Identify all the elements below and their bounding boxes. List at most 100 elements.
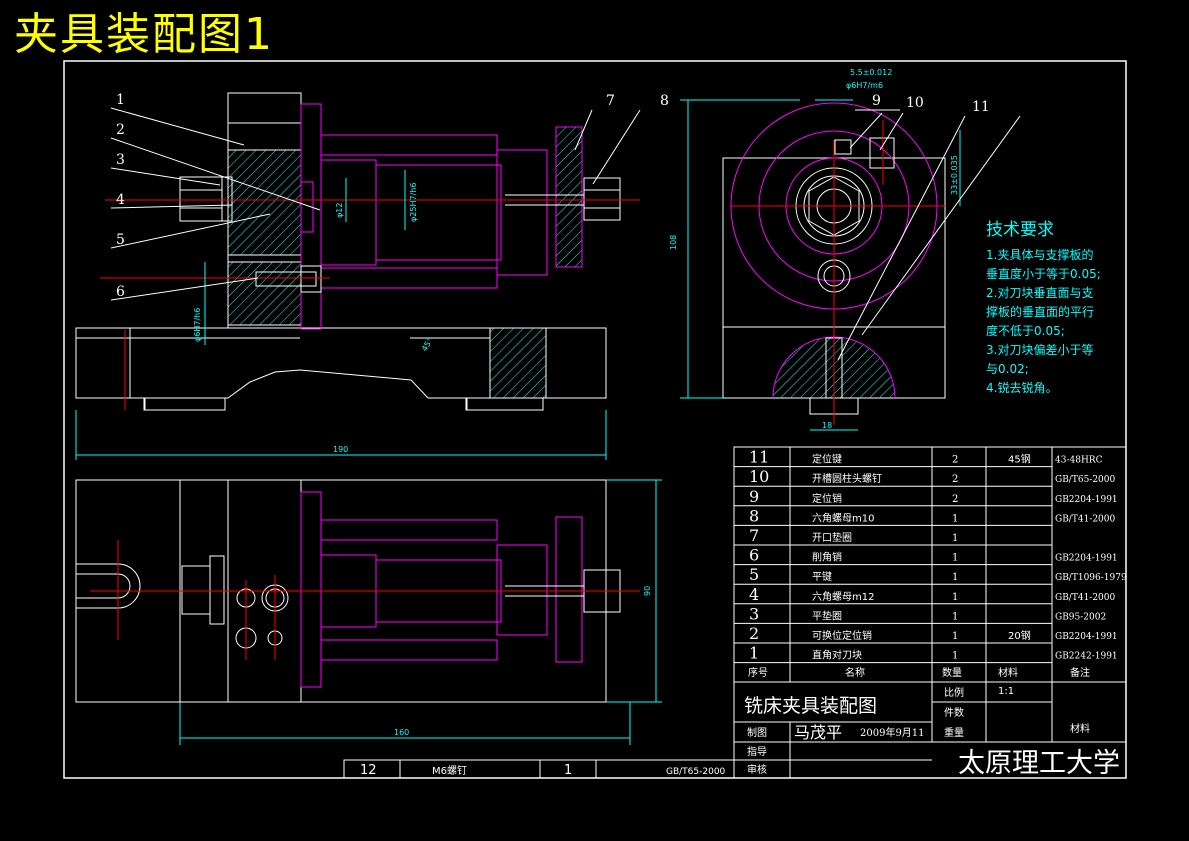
parts-cell-name: 平垫圈	[812, 609, 842, 622]
parts-cell-no: 2	[749, 624, 759, 643]
technical-requirements: 技术要求 1.夹具体与支撑板的 垂直度小于等于0.05; 2.对刀块垂直面与支 …	[986, 218, 1136, 398]
scale-value: 1:1	[998, 686, 1014, 697]
parts-cell-qty: 1	[952, 651, 958, 662]
parts-cell-name: 开槽圆柱头螺钉	[812, 472, 882, 485]
parts-cell-qty: 2	[952, 494, 958, 505]
weight-label: 重量	[944, 726, 964, 739]
parts-cell-no: 11	[749, 448, 769, 467]
parts-cell-note: GB95-2002	[1055, 612, 1106, 622]
top-view	[75, 479, 640, 703]
balloon-8: 8	[660, 93, 669, 109]
parts-cell-qty: 1	[952, 513, 958, 524]
parts-cell-no: 1	[749, 644, 759, 663]
parts-cell-note: GB2204-1991	[1055, 554, 1118, 564]
dim-angle: 45°	[420, 336, 435, 353]
dim-fit-base: φ6H7/h6	[193, 308, 202, 342]
drawing-canvas: 11 定位键 2 45钢 43-48HRC10 开槽圆柱头螺钉 2 GB/T65-20009 定…	[63, 60, 1127, 779]
requirement-line: 3.对刀块偏差小于等	[986, 343, 1094, 357]
dim-fit-bush: φ12	[335, 203, 344, 218]
dim-fit-small: φ6H7/m6	[846, 81, 883, 90]
parts-cell-qty: 1	[952, 631, 958, 642]
school-name: 太原理工大学	[958, 748, 1120, 779]
material-label: 材料	[1070, 722, 1090, 735]
dim-top-height: 90	[643, 586, 652, 596]
drawing-name: 铣床夹具装配图	[744, 695, 877, 717]
parts-cell-no: 3	[749, 604, 759, 623]
dim-key-slot: 5.5±0.012	[850, 68, 892, 77]
requirement-line: 与0.02;	[986, 362, 1029, 376]
parts-cell-note: GB/T41-2000	[1055, 593, 1116, 603]
balloon-3: 3	[116, 152, 125, 168]
header-no: 序号	[748, 666, 768, 679]
parts-cell-qty: 1	[952, 572, 958, 583]
parts-cell-no: 8	[749, 506, 759, 525]
balloon-5: 5	[116, 232, 125, 248]
drawn-date: 2009年9月11	[860, 726, 925, 739]
parts-cell-qty: 2	[952, 474, 958, 485]
requirement-line: 1.夹具体与支撑板的	[986, 248, 1094, 262]
header-material: 材料	[998, 666, 1018, 679]
header-note: 备注	[1070, 666, 1090, 679]
balloon-9: 9	[872, 93, 881, 109]
parts-cell-name: 直角对刀块	[812, 649, 862, 662]
header-qty: 数量	[942, 666, 962, 679]
parts-cell-qty: 1	[952, 553, 958, 564]
parts-cell-no: 7	[749, 526, 759, 545]
parts-cell-material: 45钢	[1008, 453, 1031, 466]
parts-cell-note: GB2204-1991	[1055, 495, 1118, 505]
extra-qty: 1	[564, 763, 572, 778]
parts-cell-name: 可换位定位销	[812, 629, 872, 642]
parts-cell-name: 削角销	[812, 551, 842, 564]
balloon-10: 10	[906, 95, 924, 111]
parts-cell-name: 定位键	[812, 453, 842, 466]
dim-fit-pin: φ25H7/h6	[409, 183, 418, 222]
parts-cell-no: 5	[749, 565, 759, 584]
header-name: 名称	[845, 666, 865, 679]
parts-cell-no: 10	[749, 467, 769, 486]
guide-label: 指导	[747, 745, 767, 758]
balloon-6: 6	[116, 284, 125, 300]
dim-top-length: 160	[394, 728, 409, 737]
requirements-title: 技术要求	[986, 220, 1054, 240]
requirement-line: 4.锐去锐角。	[986, 381, 1058, 395]
parts-cell-no: 9	[749, 487, 759, 506]
parts-cell-qty: 2	[952, 455, 958, 466]
parts-cell-qty: 1	[952, 592, 958, 603]
extra-no: 12	[360, 763, 377, 778]
drawn-by: 马茂平	[794, 723, 842, 742]
parts-cell-name: 六角螺母m10	[812, 512, 874, 524]
parts-cell-qty: 1	[952, 533, 958, 544]
review-label: 审核	[747, 763, 767, 776]
drawing-title: 夹具装配图1	[14, 9, 274, 60]
extra-note: GB/T65-2000	[666, 767, 726, 777]
parts-cell-note: 43-48HRC	[1055, 456, 1103, 466]
parts-cell-no: 6	[749, 546, 759, 565]
parts-cell-name: 开口垫圈	[812, 531, 852, 544]
parts-cell-note: GB2242-1991	[1055, 652, 1118, 662]
parts-cell-name: 六角螺母m12	[812, 591, 874, 603]
parts-list-rows: 11 定位键 2 45钢 43-48HRC10 开槽圆柱头螺钉 2 GB/T65-20009 定…	[734, 448, 1127, 664]
balloon-11: 11	[972, 99, 990, 115]
dim-side-height: 108	[669, 235, 678, 250]
dim-front-length: 190	[333, 445, 348, 454]
parts-cell-qty: 1	[952, 611, 958, 622]
balloon-2: 2	[116, 122, 125, 138]
parts-cell-name: 平键	[812, 570, 832, 583]
parts-cell-material: 20钢	[1008, 629, 1031, 642]
pieces-label: 件数	[944, 706, 964, 719]
requirement-line: 垂直度小于等于0.05;	[986, 267, 1101, 281]
front-view-dimensions	[75, 107, 641, 460]
parts-cell-name: 定位销	[812, 492, 842, 505]
balloon-7: 7	[606, 93, 615, 109]
parts-list-grid	[343, 446, 1127, 779]
requirement-line: 2.对刀块垂直面与支	[986, 286, 1094, 300]
drawn-label: 制图	[747, 726, 767, 739]
parts-cell-note: GB/T1096-1979	[1055, 573, 1127, 583]
dim-side-offset: 33±0.035	[950, 155, 959, 195]
parts-cell-note: GB/T41-2000	[1055, 514, 1116, 524]
dim-key-width: 18	[822, 421, 832, 430]
requirement-line: 度不低于0.05;	[986, 324, 1065, 338]
requirement-line: 撑板的垂直面的平行	[986, 305, 1095, 319]
balloon-4: 4	[116, 192, 125, 208]
extra-name: M6螺钉	[432, 765, 467, 777]
